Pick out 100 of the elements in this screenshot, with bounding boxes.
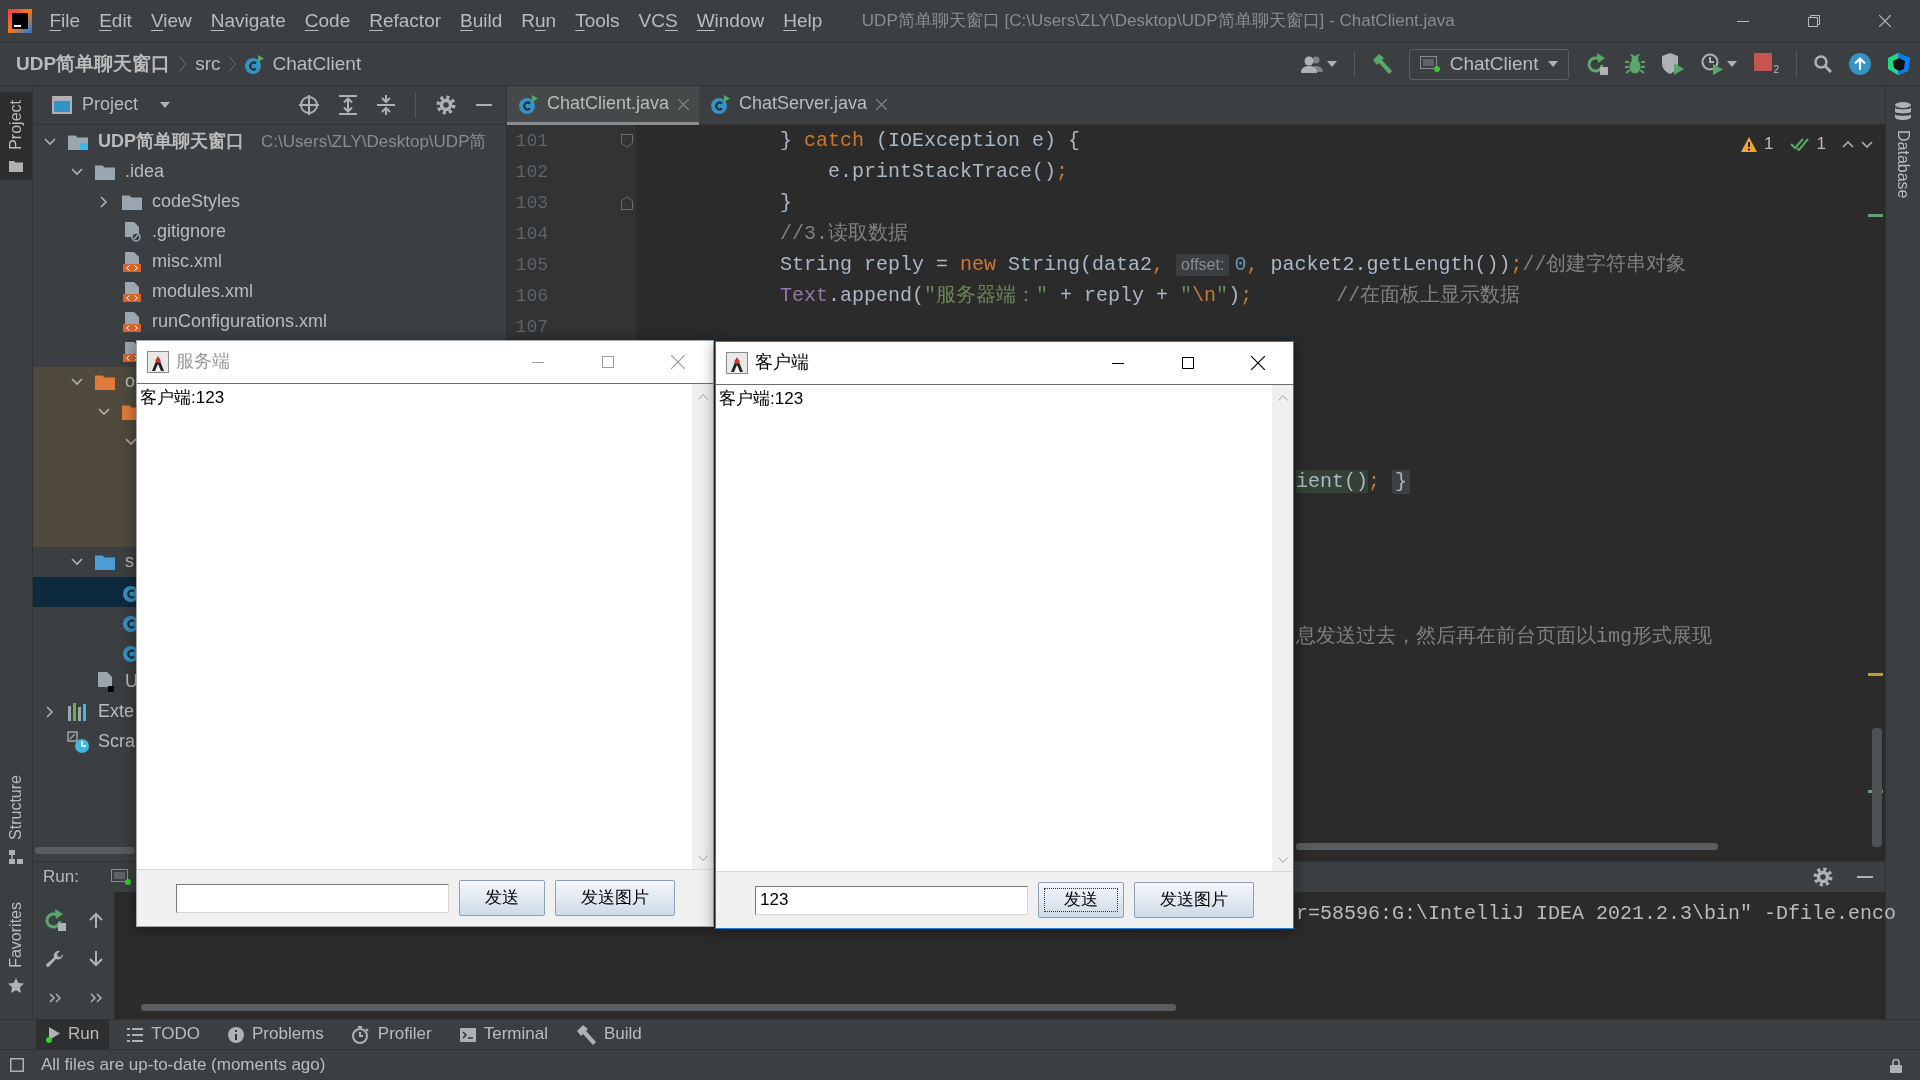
restore-icon[interactable] <box>1807 15 1820 27</box>
wrench-icon[interactable] <box>46 949 64 968</box>
menu-item[interactable]: File <box>40 9 90 33</box>
scrollbar-mark[interactable] <box>1868 214 1883 217</box>
fold-marker-icon[interactable] <box>621 195 633 210</box>
hexagon-icon[interactable] <box>1888 53 1910 75</box>
tool-tab[interactable]: Run <box>36 1019 110 1050</box>
bug-icon[interactable] <box>1625 54 1646 74</box>
chevron-right-icon[interactable] <box>100 196 108 208</box>
chevron-down-icon[interactable] <box>71 558 83 566</box>
chevron-right-icon[interactable] <box>46 706 54 718</box>
send-image-button[interactable]: 发送图片 <box>1134 882 1254 918</box>
maximize-icon[interactable] <box>1182 357 1194 369</box>
up-arrow-icon[interactable] <box>89 911 103 928</box>
run-configuration-dropdown[interactable]: ChatClient <box>1408 48 1570 80</box>
folded-code[interactable]: } <box>1392 469 1411 494</box>
menu-item[interactable]: Refactor <box>359 9 451 33</box>
down-arrow-icon[interactable] <box>89 950 103 967</box>
menu-item[interactable]: View <box>141 9 202 33</box>
settings-icon[interactable] <box>1813 867 1833 887</box>
text-field[interactable] <box>175 883 449 913</box>
chevron-down-icon[interactable] <box>98 408 110 416</box>
send-image-button[interactable]: 发送图片 <box>554 880 675 916</box>
c-circle-icon[interactable] <box>245 54 265 74</box>
search-icon[interactable] <box>1814 55 1832 73</box>
tree-item[interactable]: runConfigurations.xml <box>152 311 328 333</box>
scrollbar-thumb[interactable] <box>1872 728 1882 847</box>
tree-item[interactable]: .gitignore <box>152 221 227 243</box>
view-dropdown[interactable]: Project <box>82 94 171 116</box>
tool-tab[interactable]: Profiler <box>341 1019 442 1050</box>
structure-icon[interactable] <box>9 850 23 865</box>
star-icon[interactable] <box>8 978 24 993</box>
text-field[interactable]: 123 <box>755 885 1028 915</box>
scrollbar-thumb[interactable] <box>141 1004 1176 1011</box>
info-icon[interactable] <box>228 1026 244 1043</box>
tree-item[interactable]: modules.xml <box>152 281 254 303</box>
tool-window-tab[interactable]: Project <box>0 92 32 180</box>
tree-item[interactable]: s <box>125 551 134 573</box>
caret-icon[interactable] <box>1326 61 1337 67</box>
editor-tab[interactable]: ChatClient.java <box>507 86 700 125</box>
menu-item[interactable]: Edit <box>89 9 142 33</box>
tree-item[interactable]: .idea <box>125 161 165 183</box>
tree-item[interactable]: misc.xml <box>152 251 222 273</box>
stopwatch-icon[interactable] <box>351 1025 370 1044</box>
tool-tab[interactable]: TODO <box>117 1019 210 1050</box>
collapse-all-icon[interactable] <box>377 95 395 115</box>
chevron-down-icon[interactable] <box>125 438 137 446</box>
problem-count[interactable]: 1 <box>1764 134 1774 155</box>
terminal-icon[interactable] <box>459 1027 476 1042</box>
user-icon[interactable] <box>1300 55 1323 73</box>
breadcrumb[interactable]: src <box>195 52 221 76</box>
tool-tab[interactable]: Build <box>565 1019 652 1050</box>
problem-count[interactable]: 1 <box>1816 134 1826 155</box>
hammer-icon[interactable] <box>575 1024 596 1045</box>
lock-icon[interactable] <box>1890 1057 1902 1073</box>
menu-item[interactable]: Window <box>687 9 774 33</box>
menu-item[interactable]: Build <box>450 9 512 33</box>
menu-item[interactable]: Help <box>773 9 832 33</box>
tool-window-tab[interactable]: Database <box>1887 94 1919 207</box>
menu-item[interactable]: Tools <box>565 9 630 33</box>
caret-icon[interactable] <box>1727 61 1738 67</box>
double-chevron-icon[interactable] <box>49 992 61 1003</box>
menu-item[interactable]: Run <box>511 9 566 33</box>
hammer-icon[interactable] <box>1371 54 1392 74</box>
rerun-icon[interactable] <box>44 908 66 931</box>
database-icon[interactable] <box>1895 102 1911 120</box>
tree-item[interactable]: Scra <box>98 731 135 753</box>
double-check-icon[interactable] <box>1789 137 1810 152</box>
chevron-down-icon[interactable] <box>71 378 83 386</box>
tool-tab[interactable]: Terminal <box>449 1019 558 1050</box>
scrollbar-mark[interactable] <box>1868 673 1883 676</box>
tool-tab[interactable]: Problems <box>218 1019 334 1050</box>
square-icon[interactable] <box>10 1058 24 1072</box>
breadcrumb[interactable]: UDP简单聊天窗口 <box>16 52 171 76</box>
tree-item[interactable]: o <box>125 371 135 393</box>
tree-item[interactable]: codeStyles <box>152 191 241 213</box>
rerun-icon[interactable] <box>1586 53 1609 75</box>
crosshair-icon[interactable] <box>299 95 319 115</box>
chevron-down-icon[interactable] <box>1861 140 1873 148</box>
tree-item[interactable]: Exte <box>98 701 135 723</box>
settings-icon[interactable] <box>436 95 456 115</box>
shield-icon[interactable] <box>1662 53 1685 75</box>
minimize-icon[interactable] <box>1112 362 1124 364</box>
window-icon[interactable] <box>110 869 131 885</box>
menu-item[interactable]: Navigate <box>201 9 296 33</box>
editor-tab[interactable]: ChatServer.java <box>699 86 898 125</box>
expand-all-icon[interactable] <box>339 95 357 115</box>
warning-icon[interactable] <box>1741 136 1758 152</box>
run-icon[interactable] <box>46 1026 60 1043</box>
clock-icon[interactable] <box>1701 53 1724 75</box>
folder-icon[interactable] <box>9 159 23 172</box>
breadcrumb[interactable]: ChatClient <box>272 52 362 76</box>
stop-icon[interactable] <box>1754 53 1773 71</box>
menu-item[interactable]: VCS <box>629 9 688 33</box>
fold-marker-icon[interactable] <box>621 133 633 148</box>
scrollbar-thumb[interactable] <box>1296 843 1718 850</box>
tool-window-tab[interactable]: Favorites <box>0 894 32 1001</box>
chevron-down-icon[interactable] <box>44 138 56 146</box>
close-icon[interactable] <box>1251 356 1265 370</box>
list-icon[interactable] <box>127 1027 144 1042</box>
